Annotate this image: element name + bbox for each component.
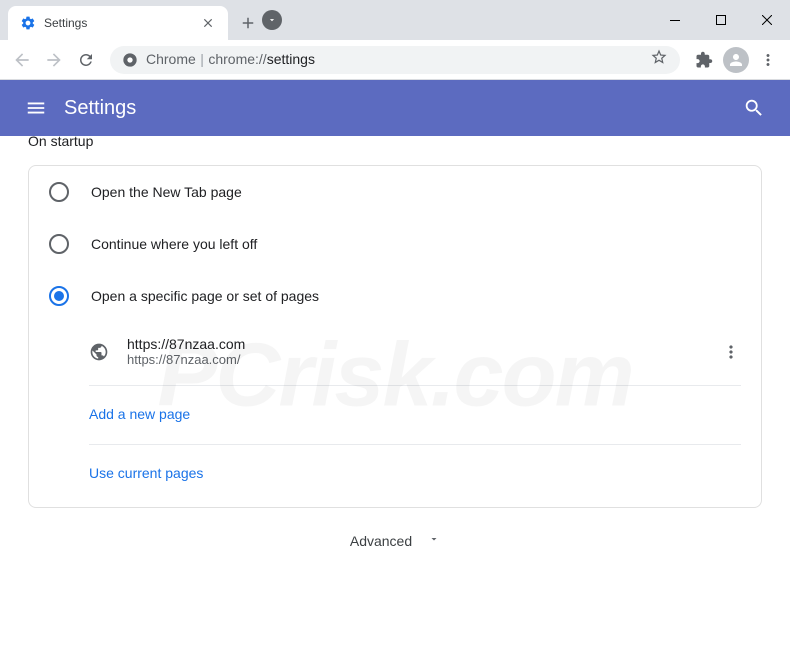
advanced-toggle[interactable]: Advanced — [28, 508, 762, 574]
startup-page-row: https://87nzaa.com https://87nzaa.com/ — [89, 322, 741, 381]
page-title: Settings — [64, 97, 136, 120]
radio-icon-checked — [49, 286, 69, 306]
radio-label: Open a specific page or set of pages — [91, 288, 319, 304]
separator — [89, 444, 741, 445]
page-text: https://87nzaa.com https://87nzaa.com/ — [127, 336, 703, 367]
more-vert-icon[interactable] — [721, 342, 741, 362]
chevron-down-icon — [428, 532, 440, 550]
separator — [89, 385, 741, 386]
window-controls — [652, 0, 790, 40]
browser-tab[interactable]: Settings — [8, 6, 228, 40]
new-tab-button[interactable] — [234, 9, 262, 37]
startup-page-url: https://87nzaa.com/ — [127, 352, 703, 367]
forward-button[interactable] — [40, 46, 68, 74]
extensions-icon[interactable] — [690, 46, 718, 74]
reload-button[interactable] — [72, 46, 100, 74]
omnibox[interactable]: Chrome | chrome://settings — [110, 46, 680, 74]
hamburger-menu-icon[interactable] — [16, 88, 56, 128]
bookmark-star-icon[interactable] — [650, 48, 668, 71]
startup-card: Open the New Tab page Continue where you… — [28, 165, 762, 508]
advanced-label: Advanced — [350, 533, 412, 549]
window-maximize-button[interactable] — [698, 0, 744, 40]
startup-pages-list: https://87nzaa.com https://87nzaa.com/ A… — [29, 322, 761, 507]
back-button[interactable] — [8, 46, 36, 74]
radio-option-specific[interactable]: Open a specific page or set of pages — [29, 270, 761, 322]
search-icon[interactable] — [734, 88, 774, 128]
window-minimize-button[interactable] — [652, 0, 698, 40]
window-titlebar: Settings — [0, 0, 790, 40]
globe-icon — [89, 342, 109, 362]
startup-page-title: https://87nzaa.com — [127, 336, 703, 352]
profile-avatar-icon[interactable] — [722, 46, 750, 74]
window-close-button[interactable] — [744, 0, 790, 40]
radio-option-continue[interactable]: Continue where you left off — [29, 218, 761, 270]
radio-label: Continue where you left off — [91, 236, 257, 252]
radio-option-newtab[interactable]: Open the New Tab page — [29, 166, 761, 218]
tab-title: Settings — [44, 16, 200, 30]
close-tab-icon[interactable] — [200, 15, 216, 31]
radio-icon — [49, 234, 69, 254]
chrome-menu-icon[interactable] — [754, 46, 782, 74]
address-bar: Chrome | chrome://settings — [0, 40, 790, 80]
radio-icon — [49, 182, 69, 202]
settings-gear-icon — [20, 15, 36, 31]
settings-header: Settings — [0, 80, 790, 136]
add-page-link[interactable]: Add a new page — [89, 390, 741, 440]
content-scrollable[interactable]: PCrisk.com On startup Open the New Tab p… — [0, 136, 790, 669]
radio-label: Open the New Tab page — [91, 184, 242, 200]
url-scheme: Chrome | chrome://settings — [146, 51, 315, 69]
use-current-link[interactable]: Use current pages — [89, 449, 741, 499]
section-title: On startup — [28, 136, 762, 149]
incognito-indicator-icon[interactable] — [262, 10, 282, 30]
chrome-page-icon — [122, 52, 138, 68]
